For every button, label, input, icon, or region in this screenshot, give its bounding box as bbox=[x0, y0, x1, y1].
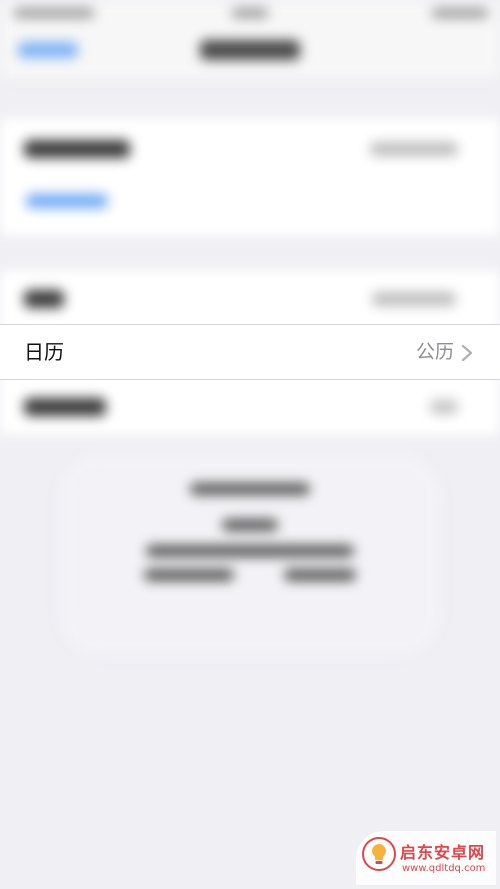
blurred-text bbox=[284, 569, 356, 581]
settings-group-top bbox=[0, 118, 500, 236]
status-time bbox=[232, 8, 268, 18]
calendar-setting-row[interactable]: 日历 公历 bbox=[0, 324, 500, 380]
navigation-bar bbox=[0, 28, 500, 78]
status-carrier bbox=[14, 8, 94, 18]
blurred-background bbox=[0, 0, 500, 889]
blurred-text bbox=[146, 545, 354, 557]
lightbulb-icon bbox=[362, 837, 396, 871]
watermark-url: www.qdltdq.com bbox=[402, 863, 486, 874]
watermark: 启东安卓网 www.qdltdq.com bbox=[356, 831, 496, 885]
status-bar bbox=[0, 0, 500, 28]
status-battery bbox=[432, 8, 488, 18]
chevron-right-icon bbox=[461, 345, 473, 361]
calendar-value: 公历 bbox=[415, 341, 454, 363]
watermark-name: 启东安卓网 bbox=[400, 843, 486, 862]
blurred-link[interactable] bbox=[26, 194, 108, 208]
blurred-row-label bbox=[24, 290, 64, 308]
blurred-row-value bbox=[430, 400, 458, 414]
blurred-text bbox=[222, 519, 278, 531]
blurred-row-value bbox=[372, 292, 456, 306]
back-button[interactable] bbox=[18, 42, 78, 58]
format-example-card bbox=[60, 455, 440, 655]
blurred-label bbox=[24, 140, 130, 158]
blurred-value bbox=[370, 142, 458, 156]
calendar-label: 日历 bbox=[24, 340, 64, 364]
blurred-text bbox=[190, 483, 310, 495]
blurred-row-label bbox=[24, 398, 106, 416]
blurred-text bbox=[144, 569, 234, 581]
page-title bbox=[200, 40, 300, 60]
